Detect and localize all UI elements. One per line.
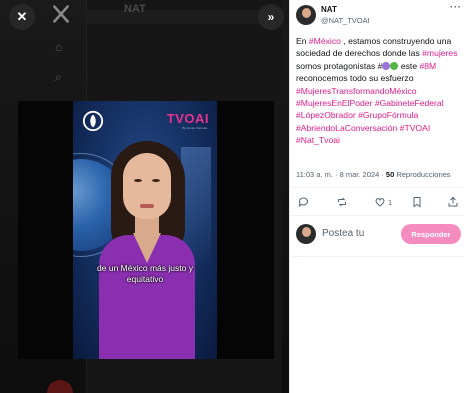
avatar[interactable] <box>296 5 316 25</box>
search-icon: ⌕ <box>55 70 62 84</box>
x-logo-icon <box>53 5 69 23</box>
video-player[interactable]: TVOAI By Grupo Fórmula de un México más … <box>18 101 274 359</box>
reply-composer: Postea tu Responder <box>290 220 464 252</box>
channel-logo-subtext: By Grupo Fórmula <box>182 126 207 130</box>
presenter-neckline <box>133 233 161 263</box>
author-handle[interactable]: @NAT_TVOAI <box>321 16 370 25</box>
avatar <box>296 224 316 244</box>
dimmed-name-fragment: NAT <box>124 3 146 15</box>
bookmark-icon[interactable] <box>411 195 427 209</box>
like-count: 1 <box>388 197 393 207</box>
presenter-eye <box>134 179 142 182</box>
hashtag-list[interactable]: #MujeresTransformandoMéxico #MujeresEnEl… <box>296 86 444 146</box>
author-name[interactable]: NAT <box>321 5 337 14</box>
divider <box>290 187 464 188</box>
hashtag-link[interactable]: #mujeres <box>422 48 457 58</box>
presenter-face <box>123 153 171 219</box>
purple-heart-emoji-icon <box>382 61 391 70</box>
chevrons-right-icon[interactable]: » <box>258 4 284 30</box>
tweet-text-segment: En <box>296 36 309 46</box>
tweet-meta: 11:03 a. m. · 8 mar. 2024 · 50 Reproducc… <box>296 170 451 179</box>
tweet-text-segment: este <box>398 60 420 71</box>
reply-icon[interactable] <box>298 195 314 209</box>
hashtag-link[interactable]: #8M <box>420 61 437 71</box>
reply-button[interactable]: Responder <box>401 224 461 244</box>
share-icon[interactable] <box>447 195 463 209</box>
channel-emblem-icon <box>82 110 104 132</box>
tweet-text: En #México , estamos construyendo una so… <box>296 35 464 147</box>
presenter-eye <box>152 179 160 182</box>
media-viewer: NAT ⌂ ⌕ ✕ » TVOAI By Grupo Fórmula de un… <box>0 0 289 393</box>
tweet-panel: NAT @NAT_TVOAI ··· En #México , estamos … <box>289 0 464 393</box>
video-frame: TVOAI By Grupo Fórmula <box>73 101 217 359</box>
divider <box>290 256 464 257</box>
repost-icon[interactable] <box>336 195 352 209</box>
presenter-lips <box>140 204 154 208</box>
views-label: Reproducciones <box>394 170 451 179</box>
tweet-text-segment: reconocemos todo su esfuerzo <box>296 73 414 84</box>
like-button[interactable]: 1 <box>374 195 398 209</box>
heart-icon <box>375 198 385 207</box>
hashtag-link[interactable]: #México <box>309 36 341 46</box>
tweet-actions: 1 <box>290 191 464 213</box>
tweet-timestamp[interactable]: 11:03 a. m. · 8 mar. 2024 · <box>296 170 386 179</box>
home-icon: ⌂ <box>55 40 63 54</box>
tweet-text-segment: somos protagonistas # <box>296 60 383 71</box>
more-options-icon[interactable]: ··· <box>450 2 462 13</box>
video-caption: de un México más justo y equitativo <box>97 263 193 284</box>
close-icon[interactable]: ✕ <box>9 4 35 30</box>
channel-logo: TVOAI <box>166 111 209 126</box>
views-count: 50 <box>385 170 395 179</box>
divider <box>290 215 464 216</box>
dimmed-header-bar <box>86 10 282 24</box>
reply-input[interactable]: Postea tu <box>322 228 364 239</box>
